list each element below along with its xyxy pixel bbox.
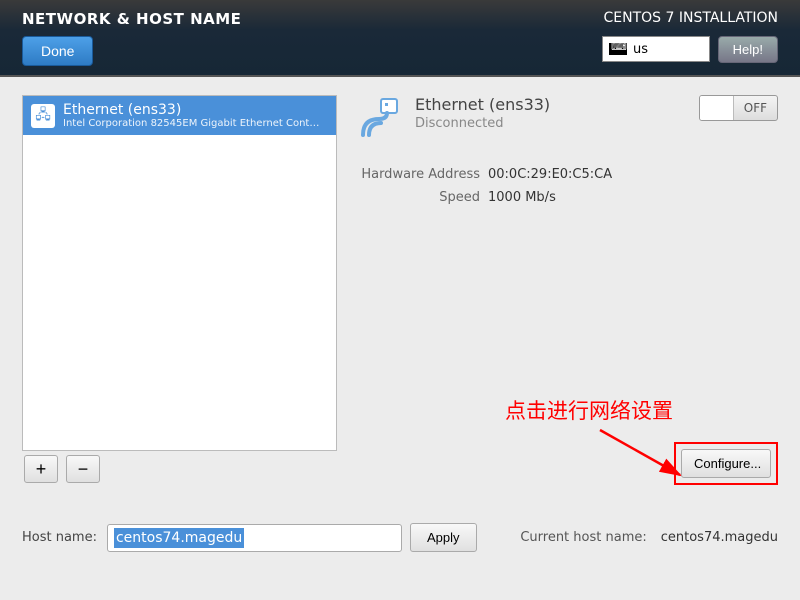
device-name: Ethernet (ens33)	[63, 102, 323, 118]
done-button[interactable]: Done	[22, 36, 93, 66]
device-list: 🖧 Ethernet (ens33) Intel Corporation 825…	[22, 95, 337, 451]
current-hostname-value: centos74.magedu	[661, 530, 778, 545]
connection-name: Ethernet (ens33)	[415, 95, 550, 114]
speed-value: 1000 Mb/s	[488, 190, 556, 205]
ethernet-icon: 🖧	[31, 104, 55, 128]
keyboard-layout: us	[633, 42, 648, 57]
page-title: NETWORK & HOST NAME	[22, 10, 241, 28]
add-device-button[interactable]: +	[24, 455, 58, 483]
device-subtitle: Intel Corporation 82545EM Gigabit Ethern…	[63, 118, 323, 129]
current-hostname-label: Current host name:	[520, 530, 646, 545]
connection-status: Disconnected	[415, 116, 550, 131]
device-item[interactable]: 🖧 Ethernet (ens33) Intel Corporation 825…	[23, 96, 336, 135]
connection-toggle[interactable]: OFF	[699, 95, 778, 121]
connection-icon	[355, 95, 403, 143]
toggle-label: OFF	[734, 101, 777, 115]
help-button[interactable]: Help!	[718, 36, 778, 63]
installer-label: CENTOS 7 INSTALLATION	[604, 10, 778, 26]
keyboard-icon	[609, 43, 627, 55]
hostname-label: Host name:	[22, 530, 97, 545]
hwaddr-label: Hardware Address	[355, 167, 480, 182]
annotation-text: 点击进行网络设置	[505, 395, 673, 425]
speed-label: Speed	[355, 190, 480, 205]
toggle-handle	[700, 96, 734, 120]
apply-button[interactable]: Apply	[410, 523, 477, 552]
configure-button[interactable]: Configure...	[681, 449, 771, 478]
hostname-value: centos74.magedu	[114, 528, 244, 548]
hwaddr-value: 00:0C:29:E0:C5:CA	[488, 167, 612, 182]
keyboard-indicator[interactable]: us	[602, 36, 710, 62]
hostname-input[interactable]: centos74.magedu	[107, 524, 402, 552]
header-bar: NETWORK & HOST NAME CENTOS 7 INSTALLATIO…	[0, 0, 800, 77]
configure-highlight: Configure...	[674, 442, 778, 485]
remove-device-button[interactable]: −	[66, 455, 100, 483]
